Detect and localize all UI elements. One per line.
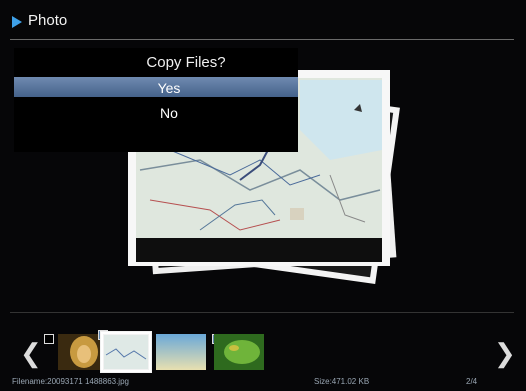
- thumbnail-map[interactable]: [100, 331, 152, 373]
- next-arrow-icon[interactable]: ❯: [494, 340, 516, 366]
- previous-arrow-icon[interactable]: ❮: [20, 340, 42, 366]
- option-no[interactable]: No: [14, 105, 298, 121]
- copy-files-dialog: Copy Files? Yes No: [14, 48, 298, 152]
- option-yes[interactable]: Yes: [14, 80, 298, 96]
- thumbnail-leaf[interactable]: [214, 334, 264, 370]
- thumbnail-sky[interactable]: [156, 334, 206, 370]
- thumbnail-checkbox[interactable]: [44, 334, 54, 344]
- status-filename: Filename:20093171 1488863.jpg: [12, 377, 129, 386]
- thumbnail-strip-divider: [10, 312, 514, 313]
- dialog-title: Copy Files?: [146, 54, 226, 71]
- status-size: Size:471.02 KB: [314, 377, 370, 386]
- status-page-counter: 2/4: [466, 377, 478, 386]
